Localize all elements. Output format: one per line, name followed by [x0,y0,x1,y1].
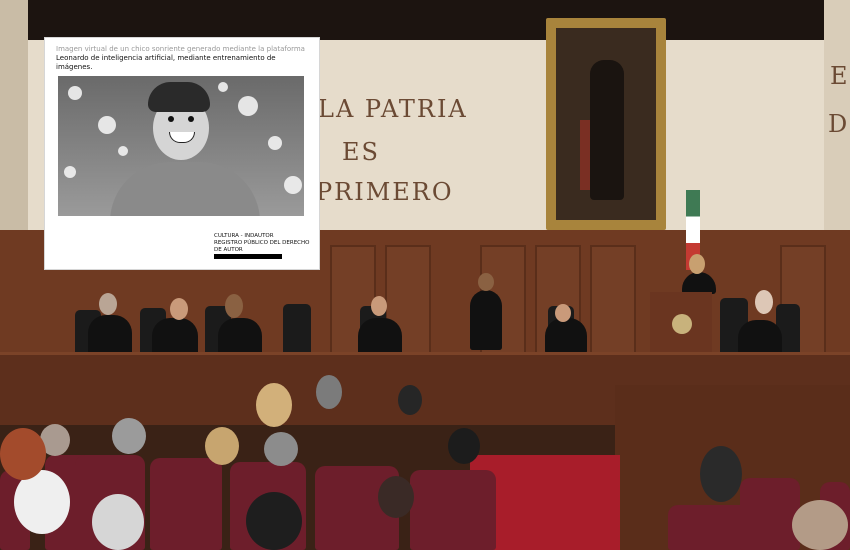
justice-head [371,296,387,316]
justice-head [755,290,773,314]
audience-seat [150,458,222,550]
mural-line-3: PRIMERO [316,178,454,206]
audience-head [316,375,342,409]
national-seal [672,314,692,334]
stamp-line-2: REGISTRO PÚBLICO DEL DERECHO [214,240,310,246]
audience-head [448,428,480,464]
audience-head [378,476,414,518]
official-head [478,273,494,291]
standing-official [470,290,502,350]
wall-panel [590,245,636,359]
audience-head [264,432,298,466]
mural-fragment-bottom: DE [828,110,850,138]
mural-line-2: ES [342,138,380,166]
audience-head [398,385,422,415]
right-eye [188,116,194,122]
caption-line-3: imágenes. [56,63,93,71]
justice-head [99,293,117,315]
bokeh-light [284,176,302,194]
indautor-stamp: CULTURA - INDAUTOR REGISTRO PÚBLICO DEL … [214,233,310,254]
bokeh-light [68,86,82,100]
bokeh-light [238,96,258,116]
stamp-line-3: DE AUTOR [214,247,243,253]
mural-line-1: LA PATRIA [318,95,468,123]
ai-generated-boy-image [58,76,304,216]
redaction-bar [214,254,282,259]
justice-chair [283,304,311,359]
audience-head [256,383,292,427]
bokeh-light [64,166,76,178]
presiding-justice [545,318,587,354]
bokeh-light [268,136,282,150]
speaker-head [689,254,705,274]
hoodie [110,162,260,216]
caption-line-1: Imagen virtual de un chico sonriente gen… [56,45,305,53]
document-caption: Imagen virtual de un chico sonriente gen… [56,45,306,72]
audience-head [205,427,239,465]
stamp-line-1: CULTURA - INDAUTOR [214,233,274,239]
audience-seat [410,470,496,550]
portrait-figure [590,60,624,200]
audience-head [792,500,848,550]
mural-fragment-top: EI [830,62,850,90]
audience-seat [740,478,800,550]
presiding-head [555,304,571,322]
audience-head [700,446,742,502]
audience-head [246,492,302,550]
caption-line-2: Leonardo de inteligencia artificial, med… [56,54,276,62]
bokeh-light [98,116,116,134]
audience-head [112,418,146,454]
cartoon-hair [148,82,210,112]
bokeh-light [118,146,128,156]
left-eye [168,116,174,122]
justice-head [170,298,188,320]
bokeh-light [218,82,228,92]
audience-head [92,494,144,550]
ceiling [0,0,850,40]
audience-head [0,428,46,480]
justice-head [225,294,243,318]
